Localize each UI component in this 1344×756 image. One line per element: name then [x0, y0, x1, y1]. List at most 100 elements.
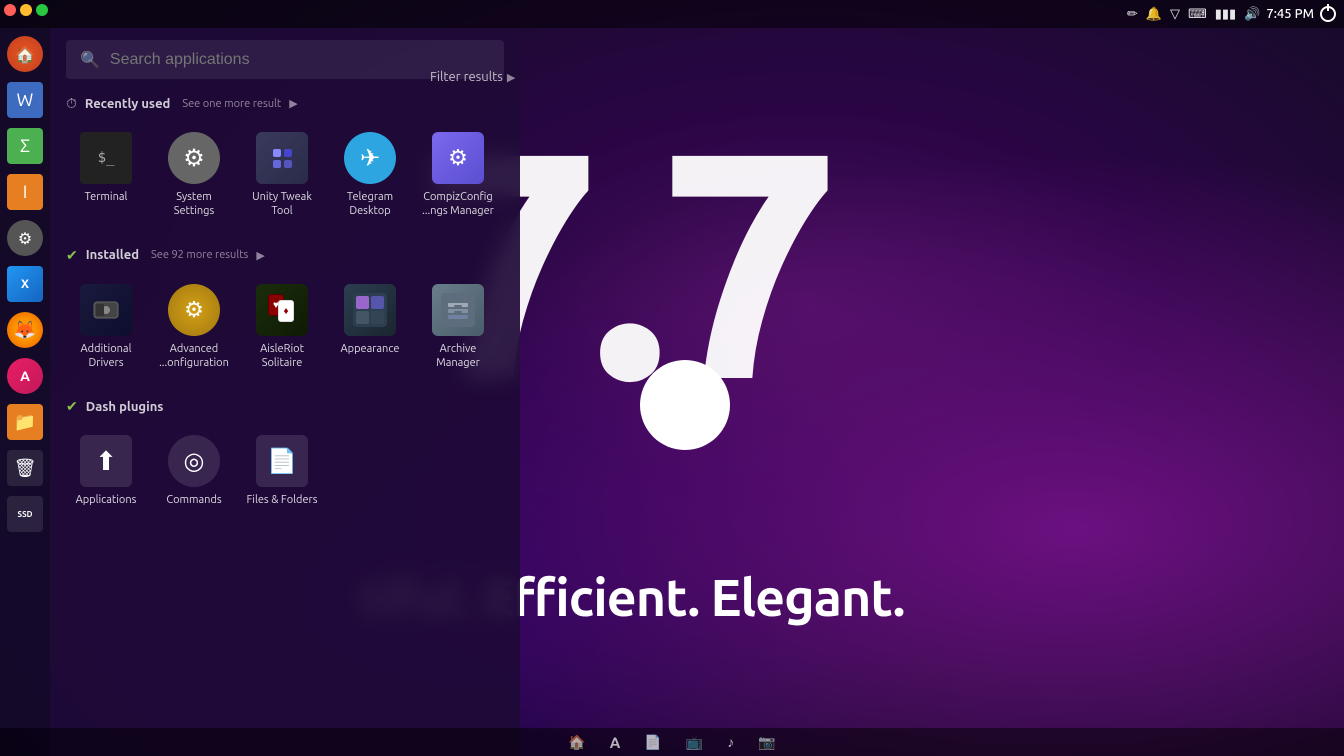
sidebar-item-xorg[interactable]: X — [3, 262, 47, 306]
appearance-icon — [344, 284, 396, 336]
wifi-icon: ▽ — [1170, 7, 1180, 22]
terminal-label: Terminal — [85, 190, 128, 204]
compizconfig-icon: ⚙ — [432, 132, 484, 184]
recently-used-title: Recently used — [85, 97, 170, 111]
app-compizconfig[interactable]: ⚙ CompizConfig ...ngs Manager — [418, 124, 498, 227]
sidebar-item-firefox[interactable]: 🦊 — [3, 308, 47, 352]
system-settings-label: System Settings — [158, 190, 230, 219]
advanced-config-icon: ⚙ — [168, 284, 220, 336]
installed-title: Installed — [86, 248, 139, 262]
topbar-system-icons: ✏ 🔔 ▽ ⌨ ▮▮▮ 🔊 — [1127, 7, 1261, 22]
sidebar-item-ubuntu[interactable]: 🏠 — [3, 32, 47, 76]
aisleriot-label: AisleRiot Solitaire — [246, 342, 318, 371]
search-input[interactable] — [110, 51, 490, 69]
taskbar-file-icon[interactable]: 📄 — [644, 734, 661, 751]
sidebar-item-settings[interactable]: ⚙ — [3, 216, 47, 260]
additional-drivers-label: Additional Drivers — [70, 342, 142, 371]
sidebar-item-impress[interactable]: I — [3, 170, 47, 214]
files-folders-plugin-label: Files & Folders — [247, 493, 318, 507]
app-system-settings[interactable]: ⚙ System Settings — [154, 124, 234, 227]
archive-manager-icon — [432, 284, 484, 336]
terminal-icon: $_ — [80, 132, 132, 184]
installed-more[interactable]: See 92 more results — [151, 249, 248, 261]
commands-plugin-label: Commands — [166, 493, 221, 507]
plugin-applications[interactable]: ⬆ Applications — [66, 427, 146, 515]
window-controls: ✕ − — [4, 4, 48, 16]
installed-arrow: ▶ — [256, 249, 264, 262]
plugin-commands[interactable]: ◎ Commands — [154, 427, 234, 515]
appearance-label: Appearance — [341, 342, 400, 356]
edit-icon: ✏ — [1127, 7, 1138, 22]
telegram-icon: ✈ — [344, 132, 396, 184]
dash-plugins-grid: ⬆ Applications ◎ Commands 📄 Files & Fold… — [66, 427, 504, 515]
files-folders-plugin-icon: 📄 — [256, 435, 308, 487]
installed-grid: Additional Drivers ⚙ Advanced ...onfigur… — [66, 276, 504, 379]
writer-icon: W — [7, 82, 43, 118]
sidebar-item-writer[interactable]: W — [3, 78, 47, 122]
recently-used-grid: $_ Terminal ⚙ System Settings Unity Twea… — [66, 124, 504, 227]
app-telegram[interactable]: ✈ Telegram Desktop — [330, 124, 410, 227]
additional-drivers-icon — [80, 284, 132, 336]
telegram-label: Telegram Desktop — [334, 190, 406, 219]
settings-icon: ⚙ — [7, 220, 43, 256]
desktop-circle — [640, 360, 730, 450]
applications-plugin-label: Applications — [76, 493, 137, 507]
installed-check-icon: ✔ — [66, 247, 78, 264]
maximize-button[interactable] — [36, 4, 48, 16]
commands-plugin-icon: ◎ — [168, 435, 220, 487]
archive-manager-label: Archive Manager — [422, 342, 494, 371]
applications-plugin-icon: ⬆ — [80, 435, 132, 487]
app-advanced-config[interactable]: ⚙ Advanced ...onfiguration — [154, 276, 234, 379]
installed-header: ✔ Installed See 92 more results ▶ — [66, 247, 504, 264]
taskbar-screen-icon[interactable]: 📺 — [686, 734, 703, 751]
taskbar-font-icon[interactable]: A — [610, 734, 621, 751]
filter-label: Filter results — [430, 70, 503, 84]
recently-used-icon: ⏱ — [66, 95, 77, 112]
bell-icon: 🔔 — [1146, 7, 1162, 22]
topbar: ✏ 🔔 ▽ ⌨ ▮▮▮ 🔊 7:45 PM — [0, 0, 1344, 28]
firefox-icon: 🦊 — [7, 312, 43, 348]
sidebar-item-apt[interactable]: A — [3, 354, 47, 398]
taskbar-home-icon[interactable]: 🏠 — [568, 734, 585, 751]
dash-panel: 🔍 Filter results ▶ ⏱ Recently used See o… — [50, 28, 520, 756]
keyboard-icon: ⌨ — [1188, 7, 1207, 22]
close-button[interactable]: ✕ — [4, 4, 16, 16]
minimize-button[interactable]: − — [20, 4, 32, 16]
recently-used-more[interactable]: See one more result — [182, 98, 281, 110]
app-terminal[interactable]: $_ Terminal — [66, 124, 146, 227]
filter-results-button[interactable]: Filter results ▶ — [430, 70, 515, 84]
taskbar: 🏠 A 📄 📺 ♪ 📷 — [0, 728, 1344, 756]
calc-icon: Σ — [7, 128, 43, 164]
taskbar-camera-icon[interactable]: 📷 — [758, 734, 775, 751]
sidebar: 🏠 W Σ I ⚙ X 🦊 A 📁 🗑 SSD — [0, 28, 50, 728]
ssd-icon: SSD — [7, 496, 43, 532]
app-additional-drivers[interactable]: Additional Drivers — [66, 276, 146, 379]
app-unity-tweak[interactable]: Unity Tweak Tool — [242, 124, 322, 227]
app-appearance[interactable]: Appearance — [330, 276, 410, 379]
power-button[interactable] — [1320, 6, 1336, 22]
dash-plugins-check-icon: ✔ — [66, 398, 78, 415]
dash-plugins-header: ✔ Dash plugins — [66, 398, 504, 415]
topbar-clock: 7:45 PM — [1266, 7, 1314, 21]
recently-used-header: ⏱ Recently used See one more result ▶ — [66, 95, 504, 112]
dash-plugins-title: Dash plugins — [86, 400, 164, 414]
app-archive-manager[interactable]: Archive Manager — [418, 276, 498, 379]
apt-icon: A — [7, 358, 43, 394]
taskbar-music-icon[interactable]: ♪ — [727, 734, 734, 750]
system-settings-icon: ⚙ — [168, 132, 220, 184]
xorg-icon: X — [7, 266, 43, 302]
sidebar-item-folder[interactable]: 📁 — [3, 400, 47, 444]
sidebar-item-calc[interactable]: Σ — [3, 124, 47, 168]
plugin-files-folders[interactable]: 📄 Files & Folders — [242, 427, 322, 515]
unity-tweak-label: Unity Tweak Tool — [246, 190, 318, 219]
sidebar-item-trash[interactable]: 🗑 — [3, 446, 47, 490]
app-aisleriot[interactable]: ♥ ♦ AisleRiot Solitaire — [242, 276, 322, 379]
folder-icon: 📁 — [7, 404, 43, 440]
compizconfig-label: CompizConfig ...ngs Manager — [422, 190, 494, 219]
recently-used-arrow: ▶ — [289, 97, 297, 110]
aisleriot-icon: ♥ ♦ — [256, 284, 308, 336]
volume-icon: 🔊 — [1244, 7, 1260, 22]
impress-icon: I — [7, 174, 43, 210]
battery-icon: ▮▮▮ — [1215, 7, 1236, 22]
sidebar-item-ssd[interactable]: SSD — [3, 492, 47, 536]
